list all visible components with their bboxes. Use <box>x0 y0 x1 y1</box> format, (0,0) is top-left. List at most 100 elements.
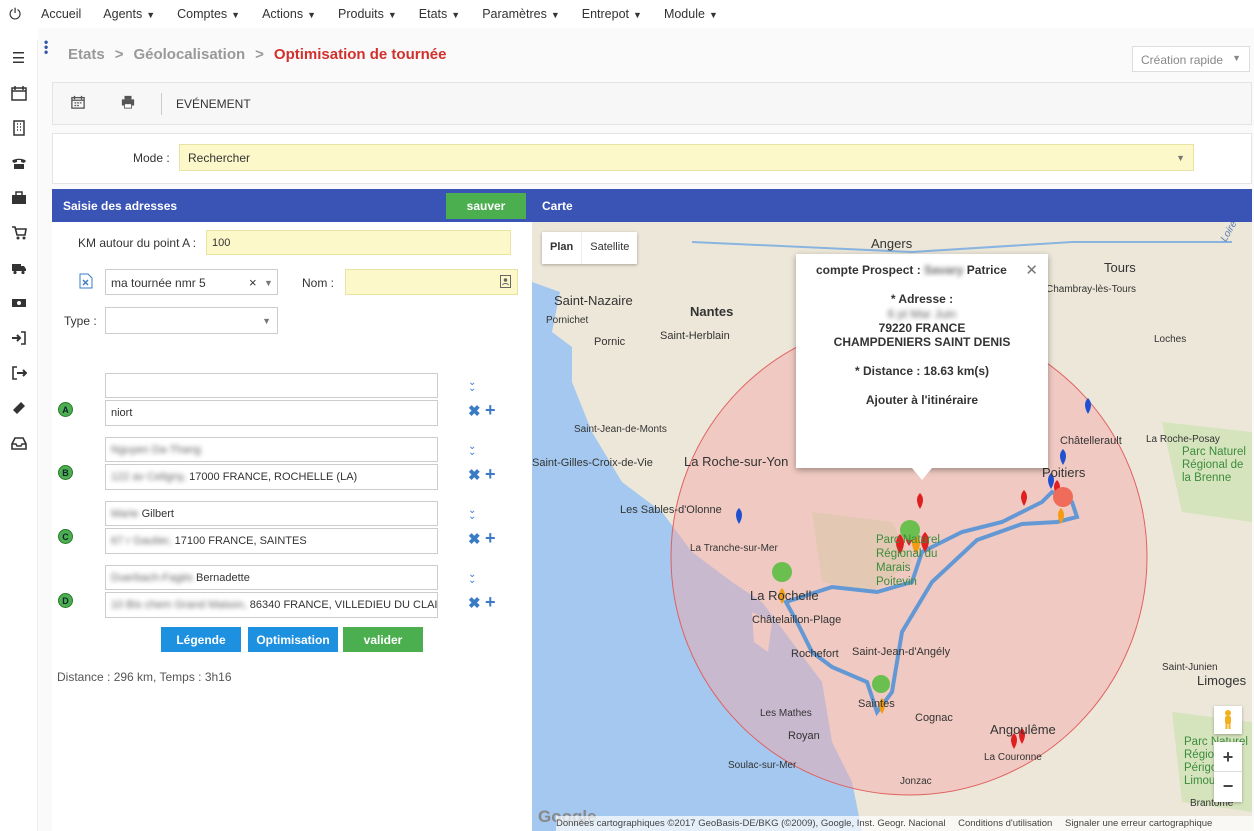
nav-comptes[interactable]: Comptes ▼ <box>166 7 251 21</box>
zoom-out-button[interactable]: − <box>1214 772 1242 802</box>
nav-etats[interactable]: Etats ▼ <box>408 7 471 21</box>
tab-plan[interactable]: Plan <box>542 232 581 264</box>
legend-button[interactable]: Légende <box>161 627 241 652</box>
street-view-pegman-icon[interactable] <box>1214 706 1242 734</box>
calendar-button[interactable] <box>53 95 103 112</box>
chevron-down-icon[interactable]: ⌄ ⌄ <box>468 506 476 522</box>
save-button[interactable]: sauver <box>446 193 526 219</box>
stop-b-name-input[interactable]: Nguyen Da-Thang <box>105 437 438 462</box>
nav-entrepot[interactable]: Entrepot ▼ <box>571 7 653 21</box>
chevron-down-icon[interactable]: ⌄ ⌄ <box>468 442 476 458</box>
place-saint-gilles: Saint-Gilles-Croix-de-Vie <box>532 457 653 469</box>
optimize-button[interactable]: Optimisation <box>248 627 338 652</box>
map-attribution: Données cartographiques ©2017 GeoBasis-D… <box>556 816 1252 831</box>
caret-down-icon: ▼ <box>451 10 461 20</box>
excel-icon[interactable] <box>79 273 93 292</box>
nav-actions[interactable]: Actions ▼ <box>251 7 327 21</box>
nav-accueil[interactable]: Accueil <box>30 7 92 21</box>
power-icon[interactable]: ⏻ <box>0 6 30 23</box>
nav-label: Accueil <box>41 7 82 21</box>
close-icon[interactable]: ✕ <box>1025 261 1038 279</box>
stop-c-address-input[interactable]: 67 r Gautier, 17100 FRANCE, SAINTES <box>105 528 438 554</box>
panel-title: Saisie des adresses <box>63 199 178 213</box>
place-pornic: Pornic <box>594 336 626 348</box>
stop-c-name-redacted: Marie <box>111 508 139 520</box>
breadcrumb-geolocalisation[interactable]: Géolocalisation <box>133 46 245 63</box>
caret-down-icon: ▼ <box>307 10 317 20</box>
remove-stop-b-icon[interactable]: ✖ <box>468 466 481 484</box>
login-icon[interactable] <box>0 320 37 355</box>
zoom-in-button[interactable]: + <box>1214 742 1242 772</box>
place-limoges: Limoges <box>1197 673 1247 688</box>
truck-icon[interactable] <box>0 250 37 285</box>
caret-down-icon: ▼ <box>146 10 156 20</box>
nav-label: Comptes <box>177 7 228 21</box>
clear-icon[interactable]: × <box>249 275 257 290</box>
stop-a-name-input[interactable] <box>105 373 438 398</box>
report-error-link[interactable]: Signaler une erreur cartographique <box>1065 818 1212 829</box>
add-stop-b-icon[interactable]: + <box>485 464 496 485</box>
nav-parametres[interactable]: Paramètres ▼ <box>471 7 571 21</box>
contact-card-icon[interactable] <box>500 275 511 291</box>
money-icon[interactable] <box>0 285 37 320</box>
chevron-down-icon[interactable]: ⌄ ⌄ <box>468 378 476 394</box>
sidebar: ☰ <box>0 40 38 831</box>
briefcase-icon[interactable] <box>0 180 37 215</box>
stop-a-address-input[interactable]: niort <box>105 400 438 426</box>
add-stop-a-icon[interactable]: + <box>485 400 496 421</box>
place-saint-jean-dangely: Saint-Jean-d'Angély <box>852 646 951 658</box>
place-saint-nazaire: Saint-Nazaire <box>554 293 633 308</box>
stop-d-address-input[interactable]: 10 Bis chem Grand Maison, 86340 FRANCE, … <box>105 592 438 618</box>
stop-b-name-redacted: Nguyen Da-Thang <box>111 444 201 456</box>
km-input[interactable]: 100 <box>206 230 511 255</box>
validate-button[interactable]: valider <box>343 627 423 652</box>
add-stop-d-icon[interactable]: + <box>485 592 496 613</box>
place-jonzac: Jonzac <box>900 776 932 787</box>
chevron-down-icon[interactable]: ⌄ ⌄ <box>468 570 476 586</box>
stop-b-address-input[interactable]: 122 av Celigny, 17000 FRANCE, ROCHELLE (… <box>105 464 438 490</box>
menu-icon[interactable]: ☰ <box>0 40 37 75</box>
remove-stop-d-icon[interactable]: ✖ <box>468 594 481 612</box>
mode-select[interactable]: Rechercher ▼ <box>179 144 1194 171</box>
nav-produits[interactable]: Produits ▼ <box>327 7 408 21</box>
popup-address-label: * Adresse : <box>890 292 954 306</box>
logout-icon[interactable] <box>0 355 37 390</box>
place-chatelaillon: Châtelaillon-Plage <box>752 614 842 626</box>
drag-handle-icon[interactable]: • • • <box>44 36 48 58</box>
phone-icon[interactable] <box>0 145 37 180</box>
stop-d-name-input[interactable]: Duerbach-Fagès Bernadette <box>105 565 438 590</box>
add-to-route-link[interactable]: Ajouter à l'itinéraire <box>796 393 1048 407</box>
remove-stop-a-icon[interactable]: ✖ <box>468 402 481 420</box>
event-button[interactable]: EVÉNEMENT <box>176 97 251 111</box>
tour-select[interactable]: ma tournée nmr 5 × ▼ <box>105 269 278 295</box>
stop-c-name-input[interactable]: Marie Gilbert <box>105 501 438 526</box>
ticket-icon[interactable] <box>0 390 37 425</box>
building-icon[interactable] <box>0 110 37 145</box>
print-button[interactable] <box>103 95 153 112</box>
add-stop-c-icon[interactable]: + <box>485 528 496 549</box>
type-select[interactable]: ▼ <box>105 307 278 334</box>
map-canvas[interactable]: Plan Satellite Angers Tours Nantes Saint… <box>532 222 1252 831</box>
nav-label: Etats <box>418 7 448 21</box>
place-saint-herblain: Saint-Herblain <box>660 330 730 342</box>
inbox-icon[interactable] <box>0 425 37 460</box>
route-summary: Distance : 296 km, Temps : 3h16 <box>57 670 232 684</box>
popup-title: compte Prospect : Savary Patrice <box>816 263 1007 277</box>
stop-a-marker: A <box>58 402 73 417</box>
nav-module[interactable]: Module ▼ <box>653 7 729 21</box>
stop-c-address-redacted: 67 r Gautier, <box>111 535 172 547</box>
place-tours: Tours <box>1104 260 1136 275</box>
place-park-marais: Parc Naturel Régional du Marais Poitevin <box>876 534 940 588</box>
tab-satellite[interactable]: Satellite <box>581 232 637 264</box>
calendar-icon[interactable] <box>0 75 37 110</box>
remove-stop-c-icon[interactable]: ✖ <box>468 530 481 548</box>
terms-link[interactable]: Conditions d'utilisation <box>958 818 1052 829</box>
cart-icon[interactable] <box>0 215 37 250</box>
name-input[interactable] <box>345 269 518 295</box>
place-rochefort: Rochefort <box>791 648 839 660</box>
stop-d-address: 86340 FRANCE, VILLEDIEU DU CLAIN (L <box>249 599 438 611</box>
nav-agents[interactable]: Agents ▼ <box>92 7 166 21</box>
mode-row: Mode : Rechercher ▼ <box>52 133 1252 184</box>
quick-create-select[interactable]: Création rapide ▼ <box>1132 46 1250 72</box>
breadcrumb-etats[interactable]: Etats <box>68 46 105 63</box>
